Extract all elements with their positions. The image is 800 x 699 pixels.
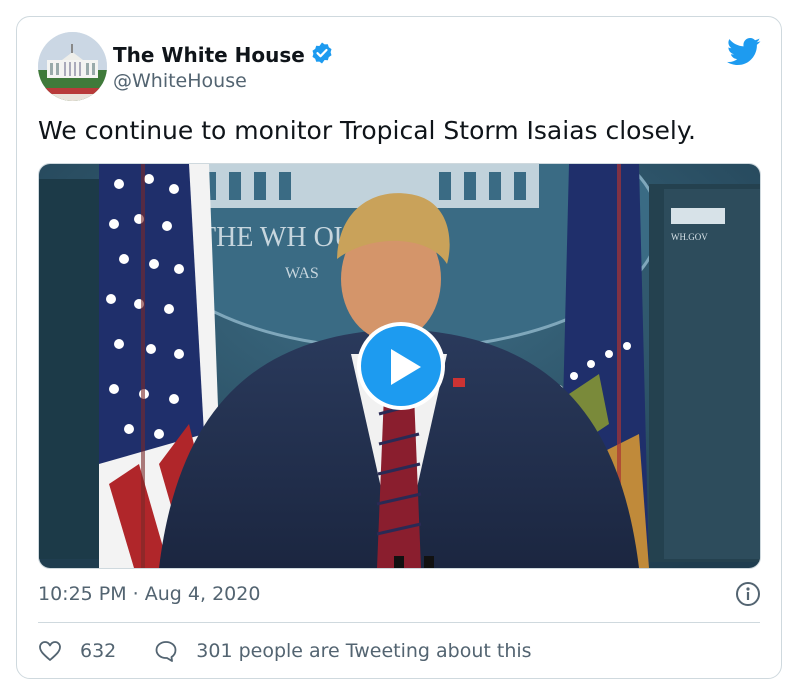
- play-icon: [391, 349, 421, 385]
- tweeting-about-label: 301 people are Tweeting about this: [196, 640, 532, 662]
- author-handle[interactable]: @WhiteHouse: [113, 69, 247, 93]
- speech-bubble-icon: [155, 641, 177, 662]
- avatar[interactable]: [38, 32, 107, 101]
- heart-icon: [39, 641, 61, 661]
- video-player[interactable]: THE WH OUSE WAS WH.GOV: [38, 163, 761, 569]
- twitter-bird-icon[interactable]: [727, 37, 761, 67]
- tweet-card: The White House @WhiteHouse We continue …: [16, 16, 782, 679]
- tweeting-about-link[interactable]: 301 people are Tweeting about this: [154, 639, 532, 663]
- white-house-avatar-image: [38, 32, 107, 101]
- tweet-timestamp[interactable]: 10:25 PM · Aug 4, 2020: [38, 582, 260, 606]
- author-name-label: The White House: [113, 43, 305, 67]
- like-count: 632: [80, 640, 117, 662]
- like-button[interactable]: 632: [38, 639, 116, 663]
- author-name[interactable]: The White House: [113, 41, 334, 68]
- tweet-text: We continue to monitor Tropical Storm Is…: [38, 116, 697, 145]
- tweet-actions: 632 301 people are Tweeting about this: [38, 637, 532, 665]
- backdrop-subtext: WAS: [285, 265, 319, 282]
- monitor-text: WH.GOV: [671, 232, 708, 242]
- verified-badge-icon: [312, 42, 332, 64]
- divider: [38, 622, 760, 623]
- play-button[interactable]: [357, 322, 445, 410]
- info-icon[interactable]: [735, 581, 761, 607]
